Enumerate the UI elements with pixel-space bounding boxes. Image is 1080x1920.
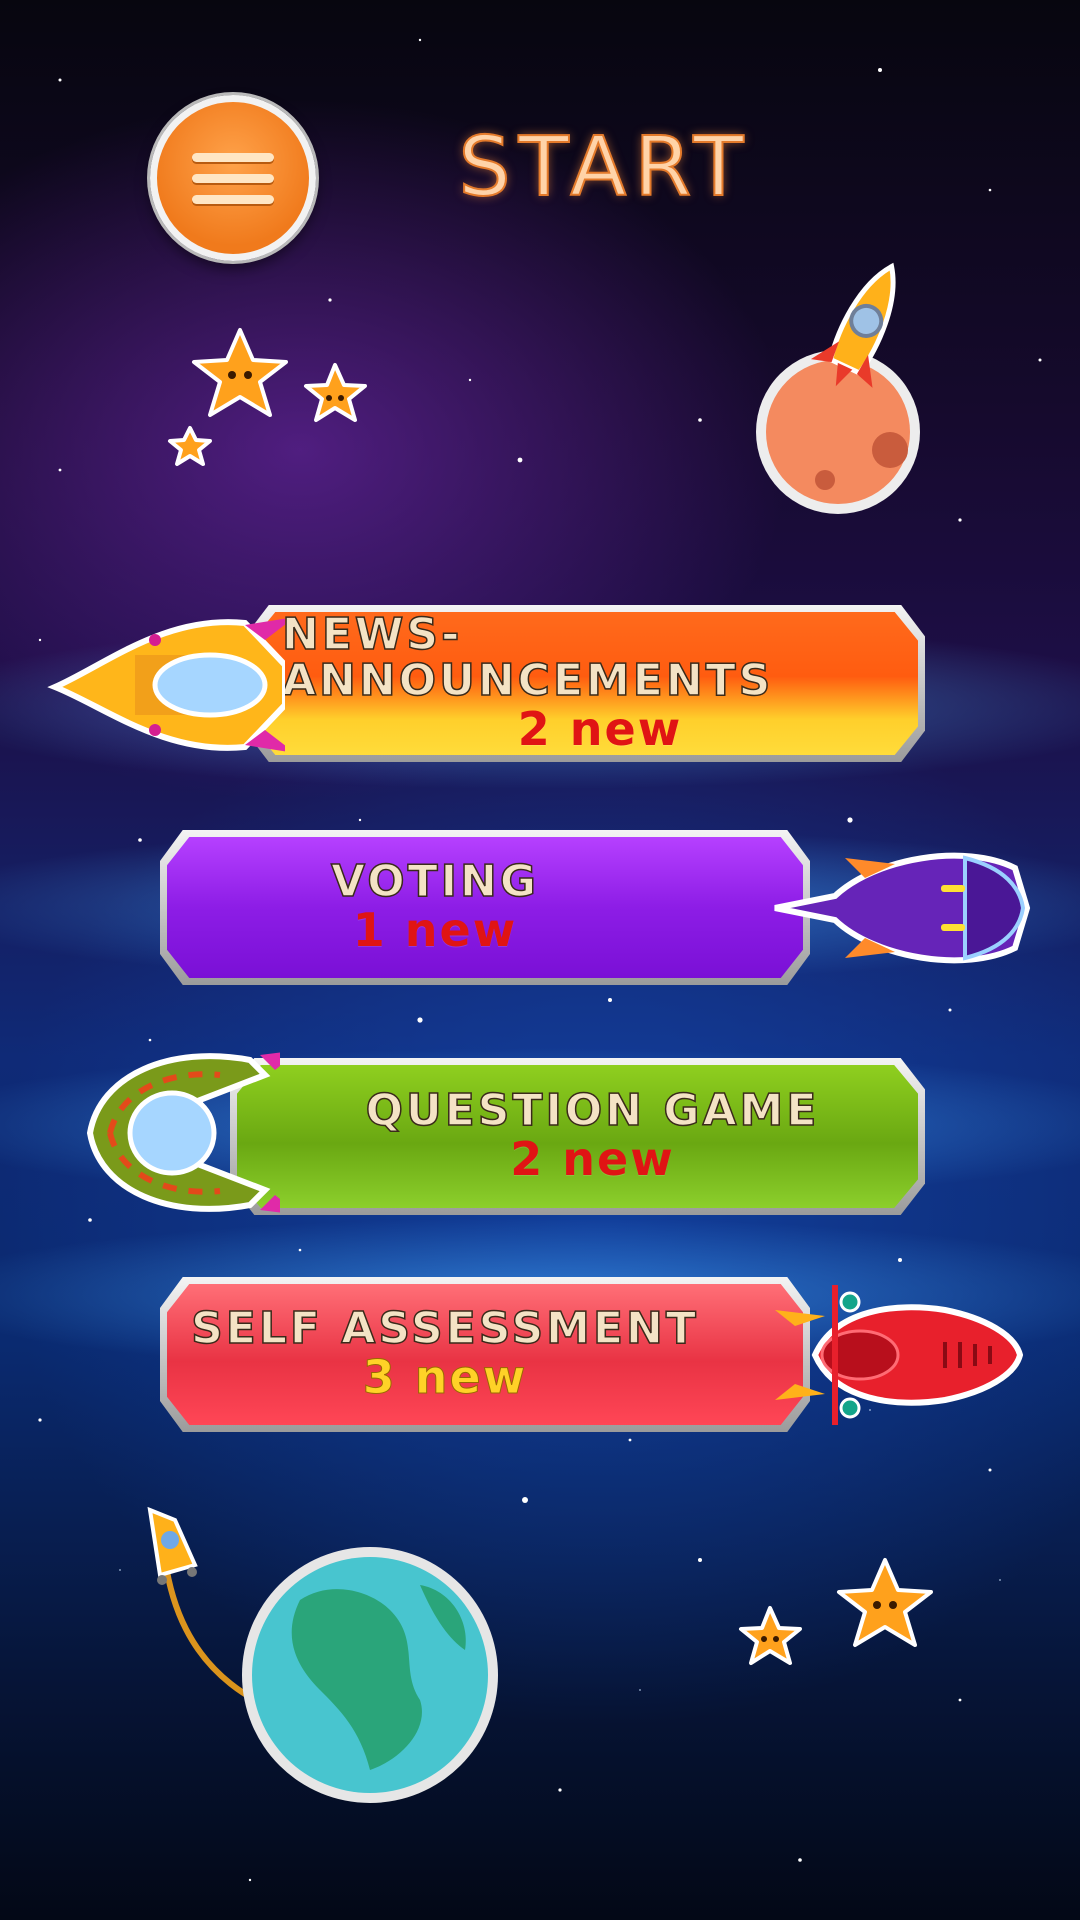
news-announcements-title: NEWS-ANNOUNCEMENTS	[281, 609, 774, 707]
page-title: START	[458, 119, 752, 216]
spaceship-icon	[47, 618, 285, 752]
question-game-panel: QUESTION GAME 2 new	[237, 1065, 918, 1208]
voting-panel: VOTING 1 new	[167, 837, 803, 978]
self-assessment-title: SELF ASSESSMENT	[190, 1303, 699, 1355]
spaceship-icon	[774, 852, 1031, 964]
news-announcements-badge: 2 new	[517, 702, 683, 757]
star-icon	[739, 1558, 933, 1665]
voting-badge: 1 new	[352, 903, 518, 958]
menu-button[interactable]	[150, 95, 316, 261]
news-announcements-button[interactable]: NEWS-ANNOUNCEMENTS 2 new	[245, 605, 925, 762]
voting-button[interactable]: VOTING 1 new	[160, 830, 810, 985]
earth-icon	[147, 1506, 498, 1803]
menu-icon-line	[192, 152, 274, 162]
rocket-planet-icon	[756, 262, 920, 514]
question-game-badge: 2 new	[510, 1132, 675, 1187]
menu-icon-line	[192, 173, 274, 183]
voting-title: VOTING	[330, 856, 539, 908]
star-icon	[168, 328, 367, 466]
question-game-title: QUESTION GAME	[365, 1085, 820, 1137]
question-game-button[interactable]: QUESTION GAME 2 new	[230, 1058, 925, 1215]
self-assessment-badge: 3 new	[362, 1350, 528, 1405]
news-announcements-panel: NEWS-ANNOUNCEMENTS 2 new	[252, 612, 918, 755]
menu-icon-line	[192, 194, 274, 204]
spaceship-icon	[86, 1052, 280, 1213]
spaceship-icon	[775, 1285, 1024, 1425]
self-assessment-button[interactable]: SELF ASSESSMENT 3 new	[160, 1277, 810, 1432]
self-assessment-panel: SELF ASSESSMENT 3 new	[167, 1284, 803, 1425]
